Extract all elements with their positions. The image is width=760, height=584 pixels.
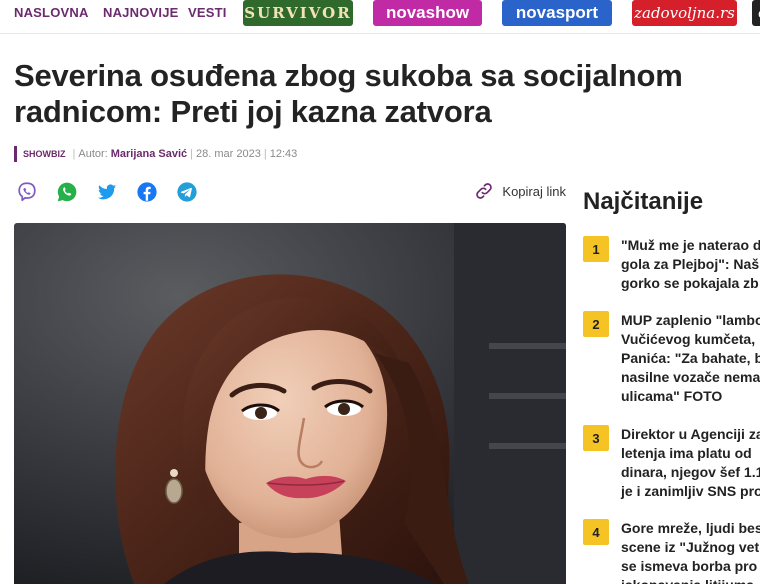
share-bar: Kopiraj link bbox=[14, 178, 566, 206]
most-read-title: Gore mreže, ljudi bes scene iz "Južnog v… bbox=[621, 519, 760, 584]
twitter-icon[interactable] bbox=[96, 181, 118, 203]
viber-icon[interactable] bbox=[16, 181, 38, 203]
most-read-item-1[interactable]: 1 "Muž me je naterao d gola za Plejboj":… bbox=[583, 236, 760, 296]
extra-logo-link[interactable]: e bbox=[752, 0, 760, 26]
copy-link-button[interactable]: Kopiraj link bbox=[474, 181, 566, 201]
title-line: gola za Plejboj": Naš bbox=[621, 256, 760, 272]
copy-link-label: Kopiraj link bbox=[502, 183, 566, 199]
link-icon bbox=[476, 183, 493, 199]
nav-link-vesti[interactable]: VESTI bbox=[188, 5, 227, 20]
title-line: MUP zaplenio "lambo bbox=[621, 312, 760, 328]
sidebar-title: Najčitanije bbox=[583, 188, 704, 215]
most-read-title: Direktor u Agenciji za letenja ima platu… bbox=[621, 425, 760, 501]
publish-time: 12:43 bbox=[269, 148, 298, 160]
title-line: gorko se pokajala zb bbox=[621, 275, 759, 291]
publish-date: 28. mar 2023 bbox=[196, 148, 261, 160]
title-line: nasilne vozače nema bbox=[621, 369, 760, 385]
most-read-item-4[interactable]: 4 Gore mreže, ljudi bes scene iz "Južnog… bbox=[583, 519, 760, 584]
meta-separator: | bbox=[190, 148, 194, 160]
title-line: dinara, njegov šef 1.1 bbox=[621, 464, 760, 480]
top-navigation: NASLOVNA NAJNOVIJE VESTI SURVIVOR novash… bbox=[0, 0, 760, 34]
meta-separator: | bbox=[263, 148, 267, 160]
most-read-item-2[interactable]: 2 MUP zaplenio "lambo Vučićevog kumčeta,… bbox=[583, 311, 760, 409]
rank-badge: 3 bbox=[583, 425, 609, 451]
title-line: scene iz "Južnog vetr bbox=[621, 539, 760, 555]
section-label[interactable]: SHOWBIZ bbox=[23, 149, 66, 159]
rank-badge: 2 bbox=[583, 311, 609, 337]
author-label: Autor: bbox=[78, 148, 108, 160]
most-read-title: "Muž me je naterao d gola za Plejboj": N… bbox=[621, 236, 760, 293]
article-meta: SHOWBIZ | Autor: Marijana Savić | 28. ma… bbox=[14, 146, 297, 162]
title-line: Vučićevog kumčeta, bbox=[621, 331, 756, 347]
title-line: Direktor u Agenciji za bbox=[621, 426, 760, 442]
most-read-title: MUP zaplenio "lambo Vučićevog kumčeta, P… bbox=[621, 311, 760, 406]
author-name[interactable]: Marijana Savić bbox=[111, 148, 187, 160]
title-line: je i zanimljiv SNS pro bbox=[621, 483, 760, 499]
article-title: Severina osuđena zbog sukoba sa socijaln… bbox=[14, 58, 683, 129]
article-hero-image bbox=[14, 223, 566, 584]
survivor-logo-link[interactable]: SURVIVOR bbox=[243, 0, 353, 26]
zadovoljna-logo-link[interactable]: zadovoljna.rs bbox=[632, 0, 737, 26]
rank-badge: 1 bbox=[583, 236, 609, 262]
most-read-item-3[interactable]: 3 Direktor u Agenciji za letenja ima pla… bbox=[583, 425, 760, 503]
title-line: "Muž me je naterao d bbox=[621, 237, 760, 253]
novasport-logo-link[interactable]: novasport bbox=[502, 0, 612, 26]
meta-separator: | bbox=[72, 148, 76, 160]
facebook-icon[interactable] bbox=[136, 181, 158, 203]
telegram-icon[interactable] bbox=[176, 181, 198, 203]
novashow-logo-link[interactable]: novashow bbox=[373, 0, 482, 26]
title-line: Gore mreže, ljudi bes bbox=[621, 520, 760, 536]
rank-badge: 4 bbox=[583, 519, 609, 545]
title-line: letenja ima platu od bbox=[621, 445, 752, 461]
nav-link-najnovije[interactable]: NAJNOVIJE bbox=[103, 5, 179, 20]
title-line: Panića: "Za bahate, b bbox=[621, 350, 760, 366]
whatsapp-icon[interactable] bbox=[56, 181, 78, 203]
title-line: iskopavanja litijuma bbox=[621, 576, 760, 584]
title-line: se ismeva borba pro bbox=[621, 558, 758, 574]
title-line: ulicama" FOTO bbox=[621, 388, 723, 404]
nav-link-naslovna[interactable]: NASLOVNA bbox=[14, 5, 89, 20]
